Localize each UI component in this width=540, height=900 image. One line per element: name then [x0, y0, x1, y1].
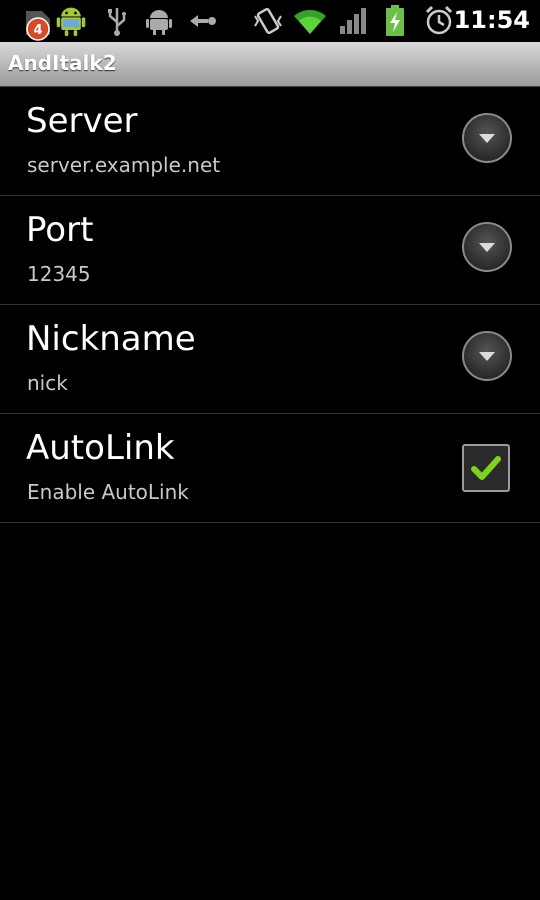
- pref-summary: Enable AutoLink: [27, 480, 189, 504]
- pref-server[interactable]: Server server.example.net: [0, 87, 540, 196]
- alarm-icon: [425, 5, 453, 35]
- pref-title: AutoLink: [26, 428, 175, 468]
- checkmark-icon: [471, 456, 501, 480]
- status-time: 11:54: [453, 6, 530, 34]
- pref-title: Server: [26, 101, 138, 141]
- app-title: AndItalk2: [8, 51, 117, 75]
- battery-charging-icon: [386, 5, 404, 36]
- wifi-icon: [294, 9, 326, 34]
- pref-port[interactable]: Port 12345: [0, 196, 540, 305]
- pref-summary: nick: [27, 371, 68, 395]
- pref-summary: 12345: [27, 262, 91, 286]
- notification-count: 4: [33, 23, 42, 38]
- android-app-icon[interactable]: [54, 4, 88, 38]
- app-title-bar: AndItalk2: [0, 42, 540, 87]
- pref-autolink[interactable]: AutoLink Enable AutoLink: [0, 414, 540, 523]
- dropdown-icon[interactable]: [462, 331, 512, 381]
- autolink-checkbox[interactable]: [462, 444, 510, 492]
- pref-title: Port: [26, 210, 94, 250]
- sync-arrow-icon: [190, 15, 216, 27]
- vibrate-icon: [254, 7, 282, 35]
- notification-badge-icon[interactable]: 4: [18, 8, 54, 42]
- pref-summary: server.example.net: [27, 153, 221, 177]
- pref-nickname[interactable]: Nickname nick: [0, 305, 540, 414]
- status-bar: 4 11:54: [0, 0, 540, 42]
- pref-title: Nickname: [26, 319, 196, 359]
- preferences-list: Server server.example.net Port 12345 Nic…: [0, 87, 540, 523]
- android-debug-icon: [146, 10, 172, 35]
- usb-icon: [108, 8, 126, 36]
- dropdown-icon[interactable]: [462, 222, 512, 272]
- dropdown-icon[interactable]: [462, 113, 512, 163]
- signal-icon: [340, 8, 366, 34]
